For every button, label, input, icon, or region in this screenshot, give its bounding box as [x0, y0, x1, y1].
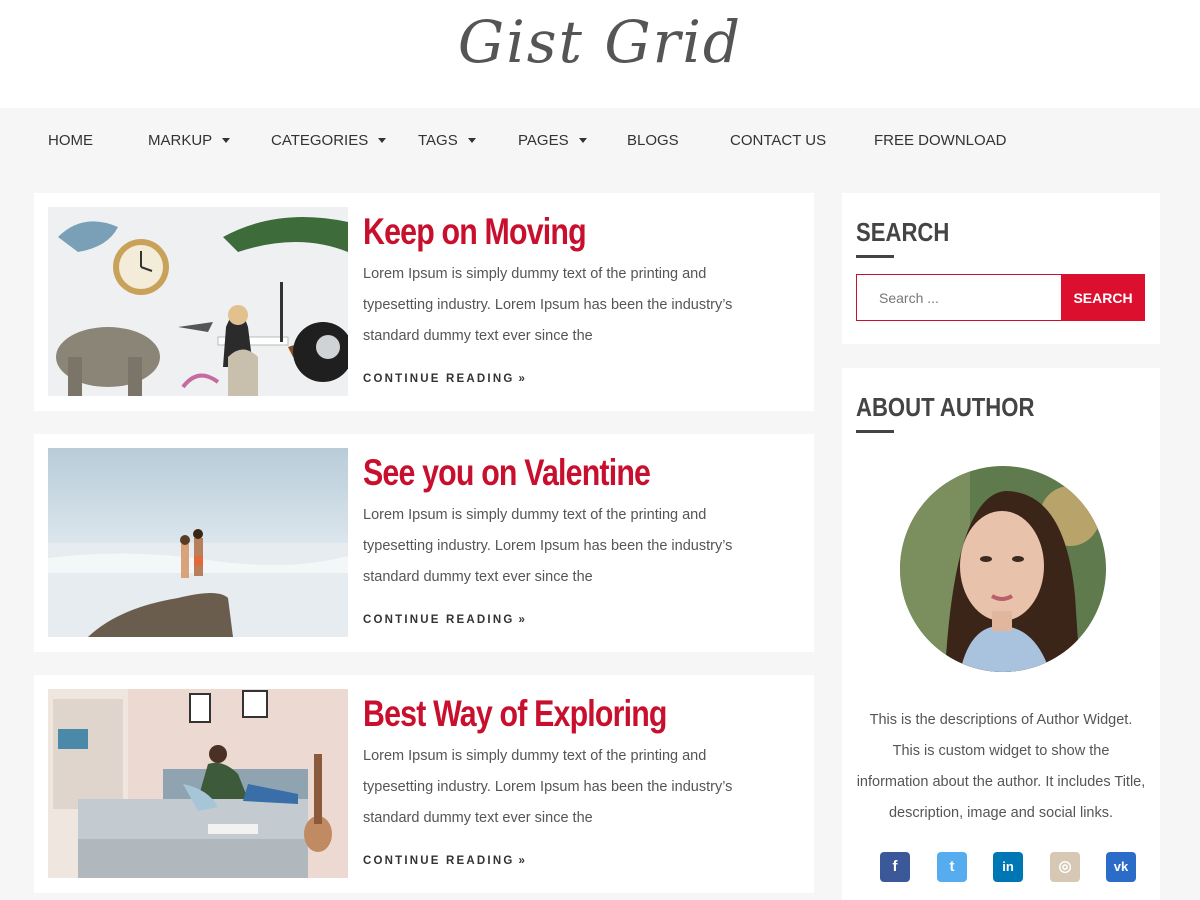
nav-item-label: MARKUP	[148, 132, 213, 149]
nav-item-free-download[interactable]: FREE DOWNLOAD	[874, 130, 1007, 152]
about-author-widget: ABOUT AUTHOR This is the descriptions of…	[842, 368, 1160, 900]
caret-down-icon	[222, 138, 231, 143]
site-header: Gist Grid	[0, 0, 1200, 108]
author-avatar	[900, 466, 1106, 672]
instagram-icon[interactable]: ◎	[1050, 852, 1080, 882]
continue-reading-label: CONTINUE READING	[363, 373, 515, 385]
nav-item-label: PAGES	[518, 132, 569, 149]
post-excerpt: Lorem Ipsum is simply dummy text of the …	[363, 266, 733, 344]
nav-item-label: CATEGORIES	[271, 132, 369, 149]
author-description: This is the descriptions of Author Widge…	[856, 712, 1146, 821]
post-card: See you on Valentine Lorem Ipsum is simp…	[34, 434, 814, 652]
search-widget: SEARCH SEARCH	[842, 193, 1160, 344]
post-thumbnail[interactable]	[48, 448, 348, 637]
double-chevron-right-icon: »	[518, 855, 525, 867]
nav-item-label: TAGS	[418, 132, 458, 149]
nav-item-categories[interactable]: CATEGORIES	[271, 130, 387, 152]
post-thumbnail[interactable]	[48, 689, 348, 878]
caret-down-icon	[467, 138, 476, 143]
nav-item-home[interactable]: HOME	[48, 130, 93, 152]
post-card: Keep on Moving Lorem Ipsum is simply dum…	[34, 193, 814, 411]
nav-item-label: FREE DOWNLOAD	[874, 132, 1007, 149]
continue-reading-label: CONTINUE READING	[363, 614, 515, 626]
double-chevron-right-icon: »	[518, 373, 525, 385]
nav-item-pages[interactable]: PAGES	[518, 130, 587, 152]
widget-title: ABOUT AUTHOR	[856, 392, 1035, 422]
vk-icon[interactable]: vk	[1106, 852, 1136, 882]
caret-down-icon	[378, 138, 387, 143]
facebook-icon[interactable]: f	[880, 852, 910, 882]
site-logo[interactable]: Gist Grid	[0, 8, 1200, 76]
nav-item-markup[interactable]: MARKUP	[148, 130, 231, 152]
main-navigation: HOME MARKUP CATEGORIES TAGS PAGES BLOGS …	[0, 108, 1200, 174]
double-chevron-right-icon: »	[518, 614, 525, 626]
post-excerpt: Lorem Ipsum is simply dummy text of the …	[363, 748, 733, 826]
linkedin-icon[interactable]: in	[993, 852, 1023, 882]
title-underline	[856, 255, 894, 258]
caret-down-icon	[578, 138, 587, 143]
nav-item-tags[interactable]: TAGS	[418, 130, 476, 152]
search-input[interactable]	[856, 274, 1062, 321]
post-excerpt: Lorem Ipsum is simply dummy text of the …	[363, 507, 733, 585]
twitter-icon[interactable]: t	[937, 852, 967, 882]
post-title[interactable]: Keep on Moving	[363, 211, 587, 253]
nav-item-label: CONTACT US	[730, 132, 827, 149]
post-title[interactable]: Best Way of Exploring	[363, 693, 667, 735]
title-underline	[856, 430, 894, 433]
continue-reading-link[interactable]: CONTINUE READING»	[363, 373, 525, 385]
nav-item-blogs[interactable]: BLOGS	[627, 130, 679, 152]
nav-item-contact-us[interactable]: CONTACT US	[730, 130, 826, 152]
continue-reading-link[interactable]: CONTINUE READING»	[363, 614, 525, 626]
post-thumbnail[interactable]	[48, 207, 348, 396]
nav-item-label: HOME	[48, 132, 93, 149]
search-button[interactable]: SEARCH	[1061, 274, 1145, 321]
continue-reading-label: CONTINUE READING	[363, 855, 515, 867]
post-title[interactable]: See you on Valentine	[363, 452, 651, 494]
continue-reading-link[interactable]: CONTINUE READING»	[363, 855, 525, 867]
widget-title: SEARCH	[856, 217, 950, 247]
post-card: Best Way of Exploring Lorem Ipsum is sim…	[34, 675, 814, 893]
nav-item-label: BLOGS	[627, 132, 679, 149]
